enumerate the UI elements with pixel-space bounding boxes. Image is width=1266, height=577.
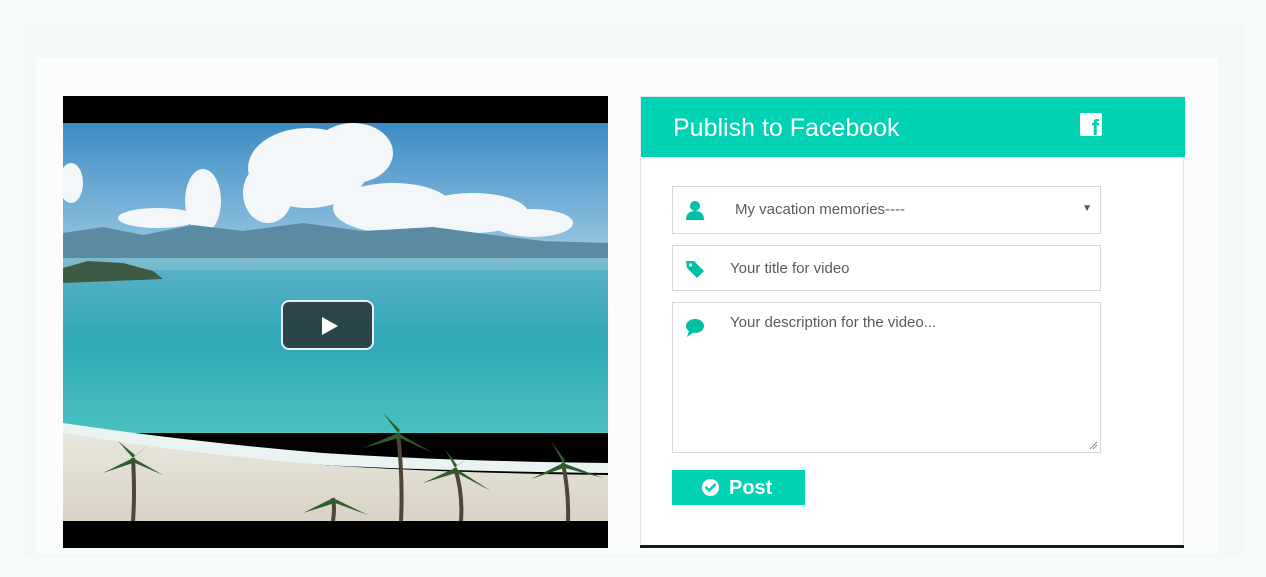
album-select[interactable]: My vacation memories---- ▼ [672, 186, 1101, 234]
facebook-glyph: f [1091, 115, 1099, 137]
resize-handle-icon[interactable] [1089, 441, 1098, 450]
video-title-field[interactable] [672, 245, 1101, 291]
video-title-input[interactable] [730, 257, 1085, 279]
album-select-value: My vacation memories---- [735, 201, 906, 218]
video-thumbnail [63, 123, 608, 521]
play-icon [322, 317, 338, 335]
page: Publish to Facebook f My vacation memori… [0, 0, 1266, 577]
video-player[interactable] [63, 96, 608, 548]
play-button[interactable] [281, 300, 374, 350]
post-button[interactable]: Post [672, 470, 805, 505]
facebook-icon: f [1080, 113, 1102, 136]
publish-panel: Publish to Facebook f My vacation memori… [640, 96, 1185, 548]
video-description-field[interactable] [672, 302, 1101, 453]
panel-title: Publish to Facebook [673, 114, 900, 142]
check-circle-icon [701, 478, 720, 497]
tag-icon [686, 261, 704, 278]
user-icon [686, 201, 704, 220]
caret-down-icon: ▼ [1082, 203, 1092, 214]
panel-bottom-border [640, 545, 1184, 548]
post-button-label: Post [729, 477, 773, 499]
video-description-input[interactable] [730, 314, 1085, 442]
speech-bubble-icon [686, 319, 704, 337]
panel-header: Publish to Facebook f [641, 97, 1185, 157]
